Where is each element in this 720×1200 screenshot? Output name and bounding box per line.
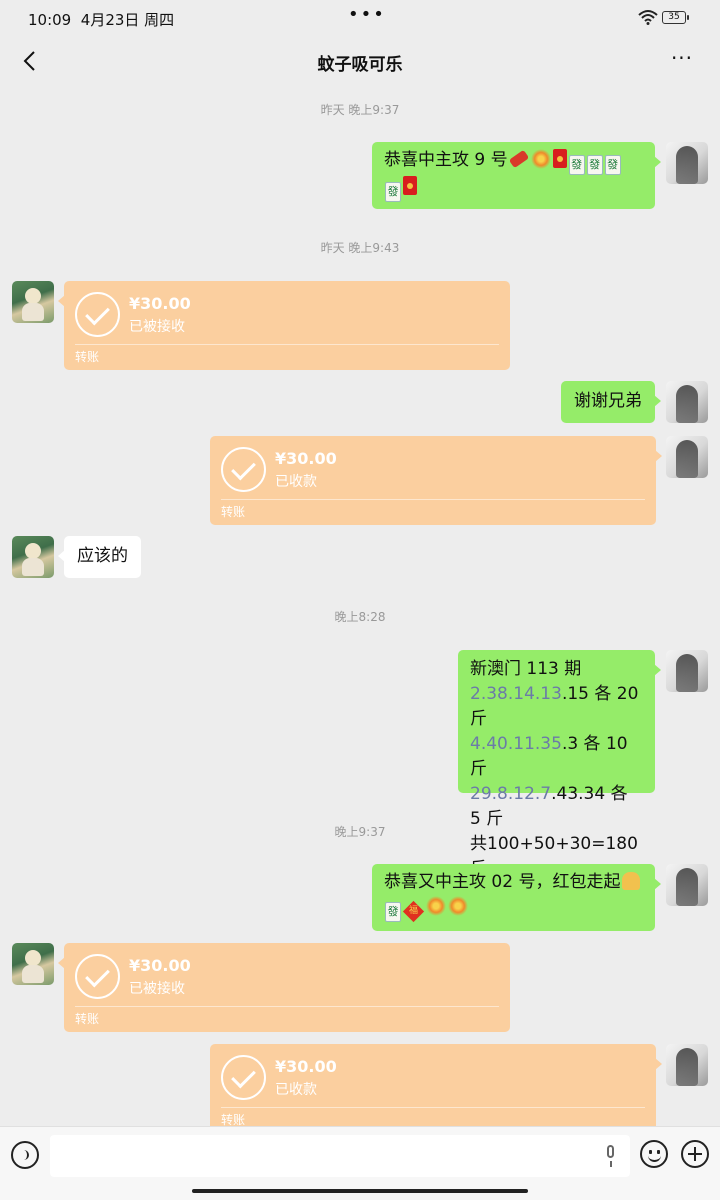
mahjong-tile-emoji: 發	[586, 155, 603, 175]
plus-icon[interactable]	[681, 1140, 709, 1168]
divider	[75, 344, 499, 345]
checkmark-icon	[75, 292, 120, 337]
message-bubble[interactable]: 谢谢兄弟	[561, 381, 661, 423]
transfer-label: 转账	[221, 1113, 246, 1126]
status-dots: •••	[348, 4, 386, 25]
transfer-status: 已收款	[275, 1082, 317, 1098]
microphone-icon[interactable]	[603, 1145, 617, 1169]
transfer-label: 转账	[75, 1012, 100, 1026]
fireworks-emoji	[448, 896, 468, 916]
message-text: 应该的	[77, 546, 128, 566]
mahjong-tile-emoji: 發	[568, 155, 585, 175]
message-bubble[interactable]: 新澳门 113 期 2.38.14.13.15 各 20 斤 4.40.11.3…	[458, 650, 661, 879]
transfer-status: 已被接收	[129, 319, 185, 335]
transfer-label: 转账	[75, 350, 100, 364]
message-list[interactable]: 昨天 晚上9:37 恭喜中主攻 9 号發發發 發 昨天 晚上9:43 ¥30.0…	[0, 86, 720, 1126]
fireworks-emoji	[426, 896, 446, 916]
mahjong-tile-emoji: 發	[385, 182, 401, 202]
message-text: 恭喜又中主攻 02 号，红包走起	[384, 872, 621, 892]
transfer-amount: ¥30.00	[275, 449, 337, 468]
message-line: 4.40.11.35.3 各 10 斤	[470, 734, 628, 779]
my-avatar[interactable]	[666, 1044, 708, 1086]
wifi-icon	[638, 10, 658, 25]
divider	[221, 1107, 645, 1108]
my-avatar[interactable]	[666, 381, 708, 423]
red-envelope-emoji	[403, 176, 417, 195]
transfer-status: 已收款	[275, 474, 317, 490]
timestamp: 晚上9:37	[334, 825, 386, 839]
transfer-status: 已被接收	[129, 981, 185, 997]
message-bubble[interactable]: 恭喜中主攻 9 号發發發 發	[372, 142, 661, 209]
nav-bar: 蚊子吸可乐 ···	[0, 36, 720, 86]
more-options-icon[interactable]: ···	[666, 46, 698, 74]
status-bar: 10:09 4月23日 周四 ••• 35	[0, 0, 720, 36]
status-time: 10:09 4月23日 周四	[28, 11, 175, 29]
contact-avatar[interactable]	[12, 536, 54, 578]
checkmark-icon	[221, 1055, 266, 1100]
message-input[interactable]	[50, 1135, 630, 1177]
transfer-label: 转账	[221, 505, 246, 519]
my-avatar[interactable]	[666, 650, 708, 692]
transfer-card[interactable]: ¥30.00 已被接收 转账	[58, 281, 510, 370]
pray-emoji	[622, 872, 641, 890]
transfer-amount: ¥30.00	[275, 1057, 337, 1076]
transfer-amount: ¥30.00	[129, 294, 191, 313]
red-envelope-emoji	[552, 149, 567, 168]
message-bubble[interactable]: 恭喜又中主攻 02 号，红包走起 發福	[372, 864, 661, 931]
chat-screen: 10:09 4月23日 周四 ••• 35 蚊子吸可乐 ··· 昨天 晚上9:3…	[0, 0, 720, 1200]
mahjong-tile-emoji: 發	[604, 155, 621, 175]
battery-icon: 35	[662, 11, 689, 24]
transfer-card[interactable]: ¥30.00 已收款 转账	[210, 1044, 662, 1126]
chat-title: 蚊子吸可乐	[317, 55, 403, 75]
mahjong-tile-emoji: 發	[385, 902, 401, 922]
checkmark-icon	[221, 447, 266, 492]
transfer-amount: ¥30.00	[129, 956, 191, 975]
my-avatar[interactable]	[666, 864, 708, 906]
firecracker-emoji	[508, 149, 529, 169]
emoji-icon[interactable]	[640, 1140, 668, 1168]
message-bubble[interactable]: 应该的	[58, 536, 141, 578]
message-line: 新澳门 113 期	[470, 659, 582, 679]
timestamp: 昨天 晚上9:43	[320, 241, 400, 255]
voice-mode-icon[interactable]	[11, 1141, 39, 1169]
my-avatar[interactable]	[666, 142, 708, 184]
checkmark-icon	[75, 954, 120, 999]
message-text: 谢谢兄弟	[574, 391, 642, 411]
divider	[75, 1006, 499, 1007]
timestamp: 昨天 晚上9:37	[320, 103, 400, 117]
contact-avatar[interactable]	[12, 281, 54, 323]
divider	[221, 499, 645, 500]
fireworks-emoji	[530, 149, 551, 169]
transfer-card[interactable]: ¥30.00 已收款 转账	[210, 436, 662, 525]
home-indicator[interactable]	[192, 1189, 528, 1193]
contact-avatar[interactable]	[12, 943, 54, 985]
transfer-card[interactable]: ¥30.00 已被接收 转账	[58, 943, 510, 1032]
my-avatar[interactable]	[666, 436, 708, 478]
message-line: 2.38.14.13.15 各 20 斤	[470, 684, 639, 729]
timestamp: 晚上8:28	[334, 610, 386, 624]
fu-blessing-emoji: 福	[402, 900, 425, 923]
message-text: 恭喜中主攻 9 号	[384, 150, 508, 170]
